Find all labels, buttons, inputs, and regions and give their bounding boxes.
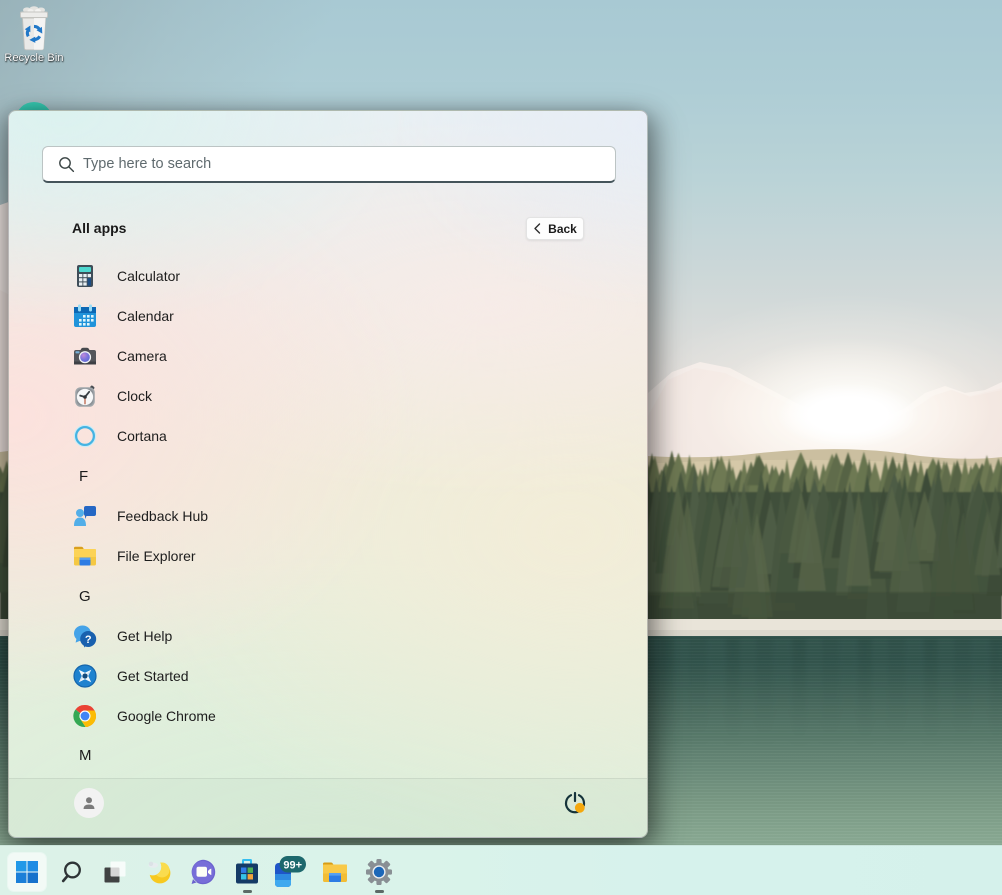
svg-text:99+: 99+ <box>283 859 302 871</box>
svg-text:?: ? <box>85 634 92 646</box>
